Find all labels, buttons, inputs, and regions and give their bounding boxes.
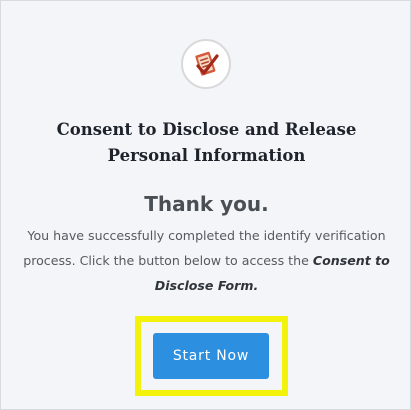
form-title: Consent to Disclose and Release Personal… xyxy=(56,120,357,165)
start-now-button[interactable]: Start Now xyxy=(153,333,269,379)
consent-card: Consent to Disclose and Release Personal… xyxy=(0,0,411,410)
checklist-icon xyxy=(195,51,219,76)
thank-you-heading: Thank you. xyxy=(144,192,269,216)
page: Consent to Disclose and Release Personal… xyxy=(0,0,411,410)
logo xyxy=(181,39,231,89)
confirmation-message: You have successfully completed the iden… xyxy=(23,223,390,298)
